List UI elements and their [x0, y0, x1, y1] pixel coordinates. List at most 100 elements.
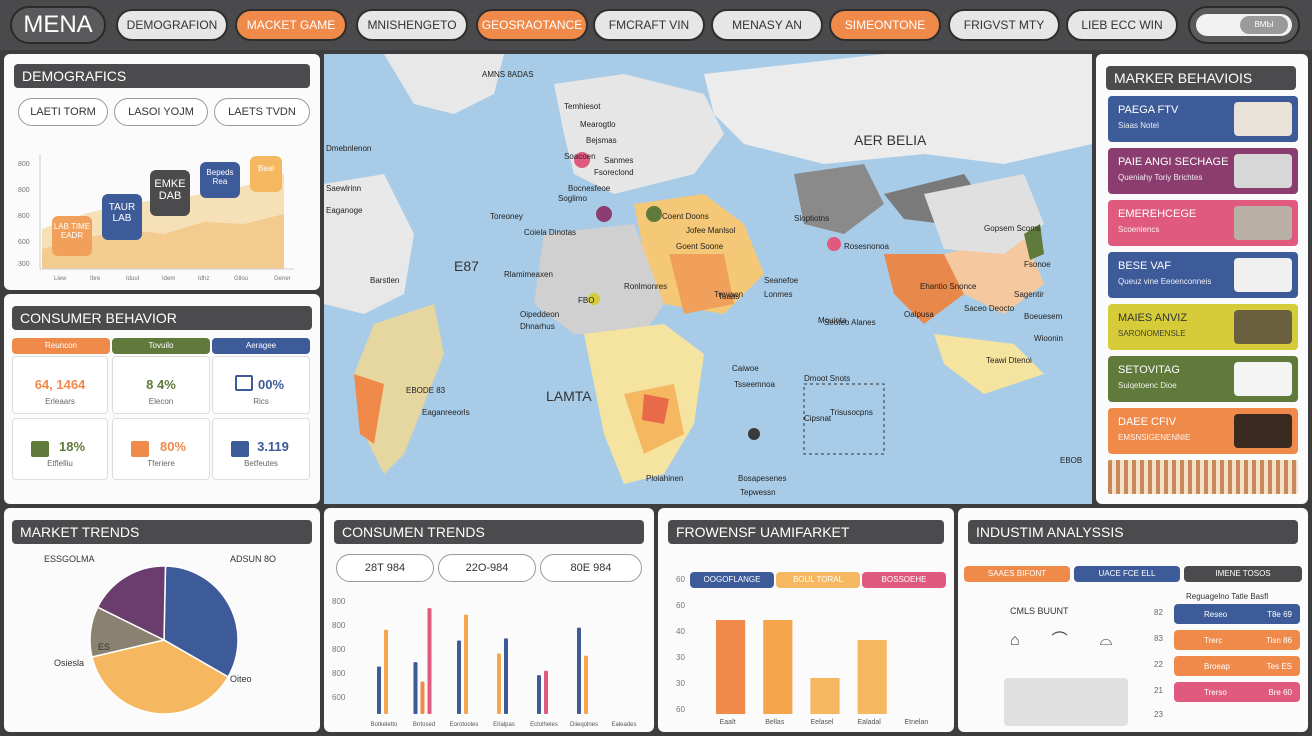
- view-toggle[interactable]: ВМЫ: [1188, 6, 1300, 44]
- demographics-callout-2: TAUR LAB: [102, 194, 142, 240]
- behavior-card[interactable]: MAIES ANVIZ SARONOMENSLE: [1108, 304, 1298, 350]
- panel-title: MARKER BEHAVIOIS: [1106, 66, 1296, 90]
- ia-row[interactable]: Reseo T8e 69: [1174, 604, 1300, 624]
- ia-row-label: Reseo: [1204, 610, 1228, 619]
- map-label: Dmebnlenon: [326, 144, 372, 153]
- ia-row-label: Trerc: [1204, 636, 1223, 645]
- region-europe: [554, 74, 724, 194]
- bar[interactable]: [577, 627, 581, 714]
- bar[interactable]: [544, 670, 548, 714]
- map-label: Mearogtlo: [580, 120, 616, 129]
- market-behavior-panel: MARKER BEHAVIOIS PAEGA FTV Siaas Notel P…: [1096, 54, 1308, 504]
- map-label: AMNS 8ADAS: [482, 70, 534, 79]
- marker-green[interactable]: [646, 206, 662, 222]
- map-label: Boeuesem: [1024, 312, 1063, 321]
- x-tick: Gllou: [234, 276, 248, 282]
- cb-tag-3[interactable]: Aeragee: [212, 338, 310, 354]
- toggle-knob[interactable]: ВМЫ: [1240, 16, 1288, 34]
- y-tick: 800: [332, 621, 346, 630]
- y-tick: 60: [676, 705, 685, 714]
- product-image: [1234, 362, 1292, 396]
- behavior-card[interactable]: PAEGA FTV Siaas Notel: [1108, 96, 1298, 142]
- map-label: EBOB: [1060, 456, 1083, 465]
- consumer-trends-panel: CONSUMEN TRENDS 28T 984 22O-984 80E 984 …: [324, 508, 654, 732]
- bar[interactable]: [537, 675, 541, 714]
- marker-purple[interactable]: [596, 206, 612, 222]
- card-title: MAIES ANVIZ: [1118, 312, 1188, 324]
- panel-title: INDUSTIM ANALYSSIS: [968, 520, 1298, 544]
- nav-tab-2[interactable]: MACKET GAME: [235, 9, 347, 41]
- bar[interactable]: [420, 681, 425, 714]
- y-tick: 300: [18, 261, 30, 268]
- bar[interactable]: [584, 655, 588, 714]
- x-tick: Bellas: [765, 719, 785, 726]
- map-label: Bosapesenes: [738, 474, 787, 483]
- map-label: Soglimo: [558, 194, 587, 203]
- behavior-card[interactable]: BESE VAF Queuz vine Eeoenconneis: [1108, 252, 1298, 298]
- map-label: Teawi Dtenoi: [986, 356, 1032, 365]
- bar[interactable]: [716, 620, 746, 714]
- map-label: Soacoen: [564, 152, 596, 161]
- map-label: Ronlmonres: [624, 282, 668, 291]
- x-tick: Eaalt: [720, 719, 736, 726]
- behavior-card[interactable]: SETOVITAG Suiqetoenc Dioe: [1108, 356, 1298, 402]
- map-label: Rosesnonoa: [844, 242, 889, 251]
- x-tick: Eorotooles: [450, 722, 479, 728]
- product-image: [1234, 102, 1292, 136]
- ia-row[interactable]: Broeap Tes ES: [1174, 656, 1300, 676]
- nav-tab-8[interactable]: FRIGVST MTY: [948, 9, 1060, 41]
- nav-tab-5[interactable]: FMCRAFT VIN: [593, 9, 705, 41]
- nav-tab-7[interactable]: SIMEONTONE: [829, 9, 941, 41]
- industry-analysis-panel: INDUSTIM ANALYSSIS SAAES BIFONT UACE FCE…: [958, 508, 1308, 732]
- marker-pink[interactable]: [827, 237, 841, 251]
- stat-label: Etflelliu: [47, 459, 73, 468]
- ia-tag-1[interactable]: SAAES BIFONT: [964, 566, 1070, 582]
- world-map[interactable]: AER BELIA LAMTA E87 AMNS 8ADAS Temhiesot…: [324, 54, 1092, 504]
- ia-tag-2[interactable]: UACE FCE ELL: [1074, 566, 1180, 582]
- map-label: Dmoot Snots: [804, 374, 851, 383]
- bar[interactable]: [464, 614, 468, 714]
- bar[interactable]: [504, 638, 508, 714]
- map-label: Coiela Dinotas: [524, 228, 577, 237]
- bar[interactable]: [810, 678, 840, 714]
- pie-annotation: Oiteo: [230, 674, 252, 684]
- behavior-card[interactable]: DAEE CFIV EMSNSIGENENNIE: [1108, 408, 1298, 454]
- nav-tab-1[interactable]: DEMOGRAFION: [116, 9, 228, 41]
- brand-logo: MENA: [10, 6, 106, 44]
- y-tick: 30: [676, 679, 685, 688]
- callout-sub: LAB: [112, 213, 132, 224]
- nav-tab-9[interactable]: LIEB ECC WIN: [1066, 9, 1178, 41]
- nav-tab-4[interactable]: GEOSRAOTANCE: [476, 9, 588, 41]
- bar[interactable]: [377, 666, 381, 714]
- cb-tag-2[interactable]: Tovuilo: [112, 338, 210, 354]
- y-tick: 60: [676, 575, 685, 584]
- stat-card: 8 4% Elecon: [112, 356, 210, 414]
- nav-tab-6[interactable]: MENASY AN: [711, 9, 823, 41]
- ia-tag-3[interactable]: IMENE TOSOS: [1184, 566, 1302, 582]
- stat-card: 64, 1464 Erleaars: [12, 356, 108, 414]
- callout-sub: EADR: [60, 231, 84, 240]
- x-tick: Ealadal: [858, 719, 882, 726]
- cb-tag-1[interactable]: Reuncon: [12, 338, 110, 354]
- callout-label: EMKE: [154, 178, 186, 190]
- marker-dark[interactable]: [748, 428, 760, 440]
- bar[interactable]: [857, 640, 887, 714]
- bar[interactable]: [427, 608, 432, 714]
- map-label: Trisusocpns: [830, 408, 873, 417]
- bar[interactable]: [413, 662, 418, 714]
- ia-row[interactable]: Trerso Bre 60: [1174, 682, 1300, 702]
- x-tick: Etnelan: [905, 719, 929, 726]
- top-bar: MENA DEMOGRAFION MACKET GAME MNISHENGETO…: [0, 0, 1312, 50]
- bar[interactable]: [384, 629, 388, 714]
- ia-row[interactable]: Trerc Tisn 86: [1174, 630, 1300, 650]
- behavior-card[interactable]: PAIE ANGI SECHAGE Queniahy Toriy Brichte…: [1108, 148, 1298, 194]
- map-label: Bejsmas: [586, 136, 617, 145]
- map-region-title: AER BELIA: [854, 132, 927, 148]
- behavior-card[interactable]: EMEREHCEGE Scoeniencs: [1108, 200, 1298, 246]
- product-image: [1234, 258, 1292, 292]
- bar[interactable]: [763, 620, 793, 714]
- map-label: Seanefoe: [764, 276, 799, 285]
- nav-tab-3[interactable]: MNISHENGETO: [356, 9, 468, 41]
- bar[interactable]: [497, 653, 501, 714]
- bar[interactable]: [457, 640, 461, 714]
